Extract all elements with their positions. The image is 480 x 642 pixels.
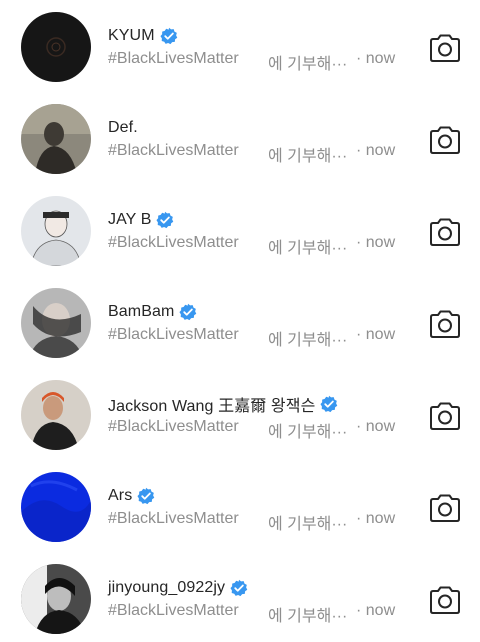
notification-text: 에 기부해··· bbox=[268, 608, 348, 625]
hashtag-link[interactable]: #BlackLivesMatter bbox=[108, 326, 239, 344]
timestamp: · now bbox=[356, 234, 396, 251]
avatar[interactable] bbox=[21, 380, 91, 450]
camera-icon[interactable] bbox=[428, 217, 462, 247]
timestamp: · now bbox=[356, 50, 396, 67]
verified-badge-icon bbox=[160, 27, 177, 45]
avatar[interactable] bbox=[21, 472, 91, 542]
timestamp: · now bbox=[356, 142, 396, 159]
hashtag-link[interactable]: #BlackLivesMatter bbox=[108, 602, 239, 620]
notification-row[interactable]: Ars #BlackLivesMatter 에 기부해··· · now bbox=[0, 460, 480, 552]
notification-text: 에 기부해··· bbox=[268, 516, 348, 533]
verified-badge-icon bbox=[320, 395, 338, 413]
hashtag-link[interactable]: #BlackLivesMatter bbox=[108, 234, 239, 252]
verified-badge-icon bbox=[179, 303, 197, 321]
notification-row[interactable]: Def. #BlackLivesMatter 에 기부해··· · now bbox=[0, 92, 480, 184]
username[interactable]: JAY B bbox=[108, 211, 151, 229]
username[interactable]: Jackson Wang 王嘉爾 왕잭슨 bbox=[108, 392, 315, 416]
verified-badge-icon bbox=[137, 487, 155, 505]
camera-icon[interactable] bbox=[428, 493, 462, 523]
username[interactable]: Ars bbox=[108, 487, 132, 505]
camera-icon[interactable] bbox=[428, 585, 462, 615]
notification-text: 에 기부해··· bbox=[268, 332, 348, 349]
timestamp: · now bbox=[356, 510, 396, 527]
avatar[interactable] bbox=[21, 104, 91, 174]
timestamp: · now bbox=[356, 326, 396, 343]
username[interactable]: BamBam bbox=[108, 303, 174, 321]
notification-text: 에 기부해··· bbox=[268, 424, 348, 441]
username[interactable]: jinyoung_0922jy bbox=[108, 579, 225, 597]
camera-icon[interactable] bbox=[428, 125, 462, 155]
hashtag-link[interactable]: #BlackLivesMatter bbox=[108, 510, 239, 528]
camera-icon[interactable] bbox=[428, 309, 462, 339]
camera-icon[interactable] bbox=[428, 401, 462, 431]
verified-badge-icon bbox=[156, 211, 174, 229]
hashtag-link[interactable]: #BlackLivesMatter bbox=[108, 418, 239, 436]
avatar[interactable] bbox=[21, 12, 91, 82]
notification-list: KYUM #BlackLivesMatter 에 기부해··· · now De… bbox=[0, 0, 480, 642]
timestamp: · now bbox=[356, 418, 396, 435]
notification-row[interactable]: Jackson Wang 王嘉爾 왕잭슨 #BlackLivesMatter 에… bbox=[0, 368, 480, 460]
hashtag-link[interactable]: #BlackLivesMatter bbox=[108, 50, 239, 68]
avatar[interactable] bbox=[21, 564, 91, 634]
verified-badge-icon bbox=[230, 579, 248, 597]
camera-icon[interactable] bbox=[428, 33, 462, 63]
notification-row[interactable]: KYUM #BlackLivesMatter 에 기부해··· · now bbox=[0, 0, 480, 92]
notification-text: 에 기부해··· bbox=[268, 148, 348, 165]
avatar[interactable] bbox=[21, 288, 91, 358]
timestamp: · now bbox=[356, 602, 396, 619]
notification-text: 에 기부해··· bbox=[268, 56, 348, 73]
username[interactable]: Def. bbox=[108, 119, 138, 137]
notification-row[interactable]: BamBam #BlackLivesMatter 에 기부해··· · now bbox=[0, 276, 480, 368]
notification-text: 에 기부해··· bbox=[268, 240, 348, 257]
notification-row[interactable]: jinyoung_0922jy #BlackLivesMatter 에 기부해·… bbox=[0, 552, 480, 642]
avatar[interactable] bbox=[21, 196, 91, 266]
hashtag-link[interactable]: #BlackLivesMatter bbox=[108, 142, 239, 160]
username[interactable]: KYUM bbox=[108, 27, 155, 45]
notification-row[interactable]: JAY B #BlackLivesMatter 에 기부해··· · now bbox=[0, 184, 480, 276]
